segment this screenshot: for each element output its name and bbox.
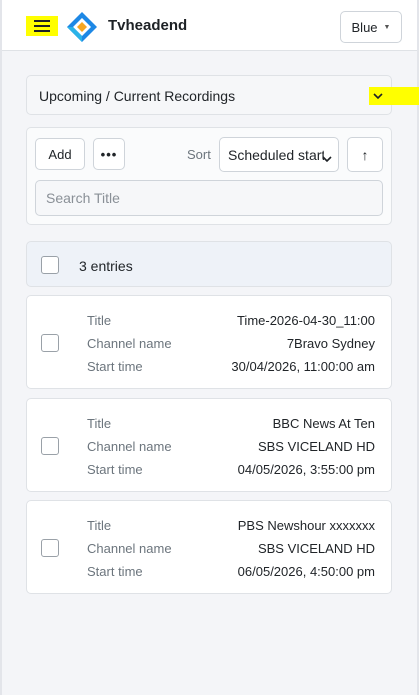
app-title: Tvheadend [108, 17, 188, 34]
recording-card[interactable]: Title PBS Newshour xxxxxxx Channel name … [26, 500, 392, 594]
recording-channel: SBS VICELAND HD [257, 439, 375, 454]
chevron-down-icon[interactable] [369, 87, 419, 105]
recording-title: PBS Newshour xxxxxxx [237, 518, 375, 533]
theme-label: Blue [351, 19, 378, 35]
recording-start-time: 06/05/2026, 4:50:00 pm [237, 564, 375, 579]
start-time-row: Start time 04/05/2026, 3:55:00 pm [87, 462, 375, 480]
recording-checkbox[interactable] [41, 539, 59, 557]
section-select-label: Upcoming / Current Recordings [39, 88, 236, 104]
add-button[interactable]: Add [35, 138, 85, 170]
field-label: Start time [87, 462, 143, 477]
caret-down-icon: ▼ [383, 23, 391, 31]
channel-row: Channel name 7Bravo Sydney [87, 336, 375, 354]
recording-card[interactable]: Title BBC News At Ten Channel name SBS V… [26, 398, 392, 492]
recording-start-time: 30/04/2026, 11:00:00 am [231, 359, 375, 374]
title-row: Title PBS Newshour xxxxxxx [87, 518, 375, 536]
field-label: Channel name [87, 541, 172, 556]
field-label: Start time [87, 564, 143, 579]
channel-row: Channel name SBS VICELAND HD [87, 541, 375, 559]
recording-channel: 7Bravo Sydney [286, 336, 375, 351]
field-label: Start time [87, 359, 143, 374]
channel-row: Channel name SBS VICELAND HD [87, 439, 375, 457]
sort-direction-button[interactable]: ↑ [347, 137, 383, 172]
select-all-checkbox[interactable] [41, 256, 59, 274]
field-label: Title [87, 416, 112, 431]
sort-select-value: Scheduled start [228, 146, 324, 163]
recording-channel: SBS VICELAND HD [257, 541, 375, 556]
sort-select[interactable]: Scheduled start [219, 137, 339, 172]
tvheadend-logo-icon [66, 11, 98, 43]
title-row: Title Time-2026-04-30_11:00 [87, 313, 375, 331]
title-row: Title BBC News At Ten [87, 416, 375, 434]
more-options-button[interactable]: ••• [93, 138, 125, 170]
recordings-toolbar: Add ••• Sort Scheduled start ↑ [26, 127, 392, 225]
recording-title: BBC News At Ten [272, 416, 375, 431]
top-bar: Tvheadend Blue ▼ [2, 0, 417, 51]
section-select[interactable]: Upcoming / Current Recordings [26, 75, 419, 115]
menu-icon[interactable] [26, 16, 58, 36]
start-time-row: Start time 30/04/2026, 11:00:00 am [87, 359, 375, 377]
field-label: Title [87, 518, 112, 533]
recording-start-time: 04/05/2026, 3:55:00 pm [237, 462, 375, 477]
recording-checkbox[interactable] [41, 437, 59, 455]
search-title-input[interactable] [35, 180, 383, 216]
recording-checkbox[interactable] [41, 334, 59, 352]
sort-label: Sort [187, 147, 211, 162]
recording-title: Time-2026-04-30_11:00 [236, 313, 375, 328]
select-all-bar: 3 entries [26, 241, 392, 287]
chevron-down-icon [322, 150, 332, 166]
entry-count: 3 entries [79, 258, 133, 274]
theme-dropdown-button[interactable]: Blue ▼ [340, 11, 402, 43]
field-label: Channel name [87, 336, 172, 351]
recording-card[interactable]: Title Time-2026-04-30_11:00 Channel name… [26, 295, 392, 389]
start-time-row: Start time 06/05/2026, 4:50:00 pm [87, 564, 375, 582]
field-label: Channel name [87, 439, 172, 454]
field-label: Title [87, 313, 112, 328]
